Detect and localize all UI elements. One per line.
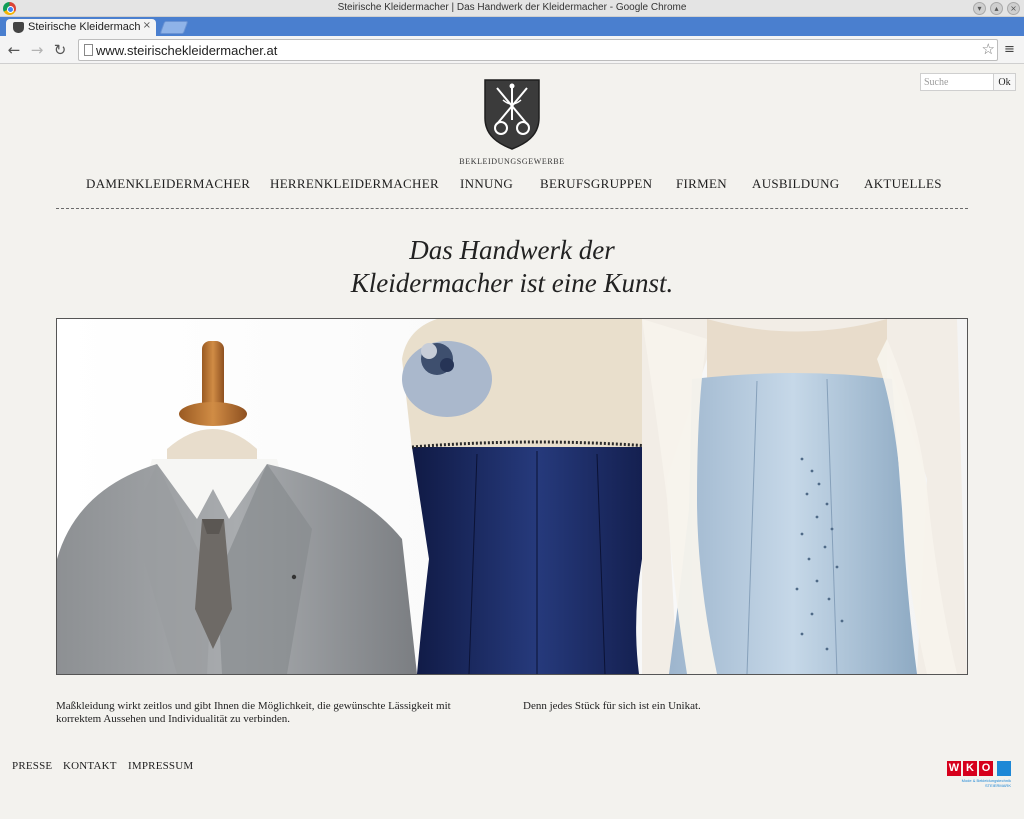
search-ok-button[interactable]: Ok <box>993 74 1015 90</box>
shield-logo-icon <box>484 79 540 150</box>
wko-emblem-icon <box>997 761 1011 776</box>
window-title: Steirische Kleidermacher | Das Handwerk … <box>337 2 687 13</box>
nav-item-innung[interactable]: INNUNG <box>460 176 513 192</box>
wko-subtitle: Mode & Bekleidungstechnik STEIERMARK <box>961 778 1011 788</box>
page-icon <box>84 44 93 56</box>
nav-item-berufsgruppen[interactable]: BERUFSGRUPPEN <box>540 176 652 192</box>
url-input[interactable] <box>96 41 966 59</box>
window-titlebar: Steirische Kleidermacher | Das Handwerk … <box>0 0 1024 17</box>
nav-item-aktuelles[interactable]: AKTUELLES <box>864 176 942 192</box>
site-search: Ok <box>920 73 1016 91</box>
intro-text-left: Maßkleidung wirkt zeitlos und gibt Ihnen… <box>56 700 451 725</box>
footer-link-kontakt[interactable]: KONTAKT <box>63 760 117 772</box>
intro-text-right: Denn jedes Stück für sich ist ein Unikat… <box>523 700 701 712</box>
shield-favicon-icon <box>13 22 24 33</box>
nav-item-herrenkleidermacher[interactable]: HERRENKLEIDERMACHER <box>270 176 439 192</box>
mannequin-garments-illustration <box>57 319 967 674</box>
close-window-icon[interactable]: × <box>1007 2 1020 15</box>
main-navigation: DAMENKLEIDERMACHER HERRENKLEIDERMACHER I… <box>56 176 968 194</box>
nav-item-ausbildung[interactable]: AUSBILDUNG <box>752 176 840 192</box>
nav-item-firmen[interactable]: FIRMEN <box>676 176 727 192</box>
forward-arrow-icon[interactable]: → <box>28 40 46 60</box>
search-input[interactable] <box>921 74 993 90</box>
reload-icon[interactable]: ↻ <box>51 40 69 60</box>
tab-strip: Steirische Kleidermacher × <box>0 17 1024 36</box>
wko-logo[interactable]: W K O Mode & Bekleidungstechnik STEIERMA… <box>947 761 1011 789</box>
tab-close-icon[interactable]: × <box>143 20 151 31</box>
tagline: Das Handwerk der Kleidermacher ist eine … <box>262 234 762 300</box>
tagline-line-1: Das Handwerk der <box>409 235 615 265</box>
new-tab-button[interactable] <box>159 21 189 34</box>
logo-caption: BEKLEIDUNGSGEWERBE <box>459 157 565 166</box>
hero-image <box>56 318 968 675</box>
wko-letter-o: O <box>979 761 993 776</box>
tagline-line-2: Kleidermacher ist eine Kunst. <box>350 268 674 298</box>
maximize-icon[interactable]: ▴ <box>990 2 1003 15</box>
footer-link-impressum[interactable]: IMPRESSUM <box>128 760 193 772</box>
tab-active[interactable]: Steirische Kleidermacher × <box>6 19 156 36</box>
bookmark-star-icon[interactable]: ☆ <box>982 40 995 58</box>
nav-item-damenkleidermacher[interactable]: DAMENKLEIDERMACHER <box>86 176 250 192</box>
chrome-menu-icon[interactable]: ≡ <box>1004 42 1015 57</box>
address-bar[interactable]: ☆ <box>78 39 998 61</box>
back-arrow-icon[interactable]: ← <box>5 40 23 60</box>
nav-divider <box>56 208 968 209</box>
browser-toolbar: ← → ↻ ☆ ≡ <box>0 36 1024 64</box>
guild-logo[interactable] <box>483 78 541 150</box>
minimize-icon[interactable]: ▾ <box>973 2 986 15</box>
footer-link-presse[interactable]: PRESSE <box>12 760 52 772</box>
wko-letter-w: W <box>947 761 961 776</box>
tab-title: Steirische Kleidermacher <box>28 21 140 33</box>
wko-letter-k: K <box>963 761 977 776</box>
